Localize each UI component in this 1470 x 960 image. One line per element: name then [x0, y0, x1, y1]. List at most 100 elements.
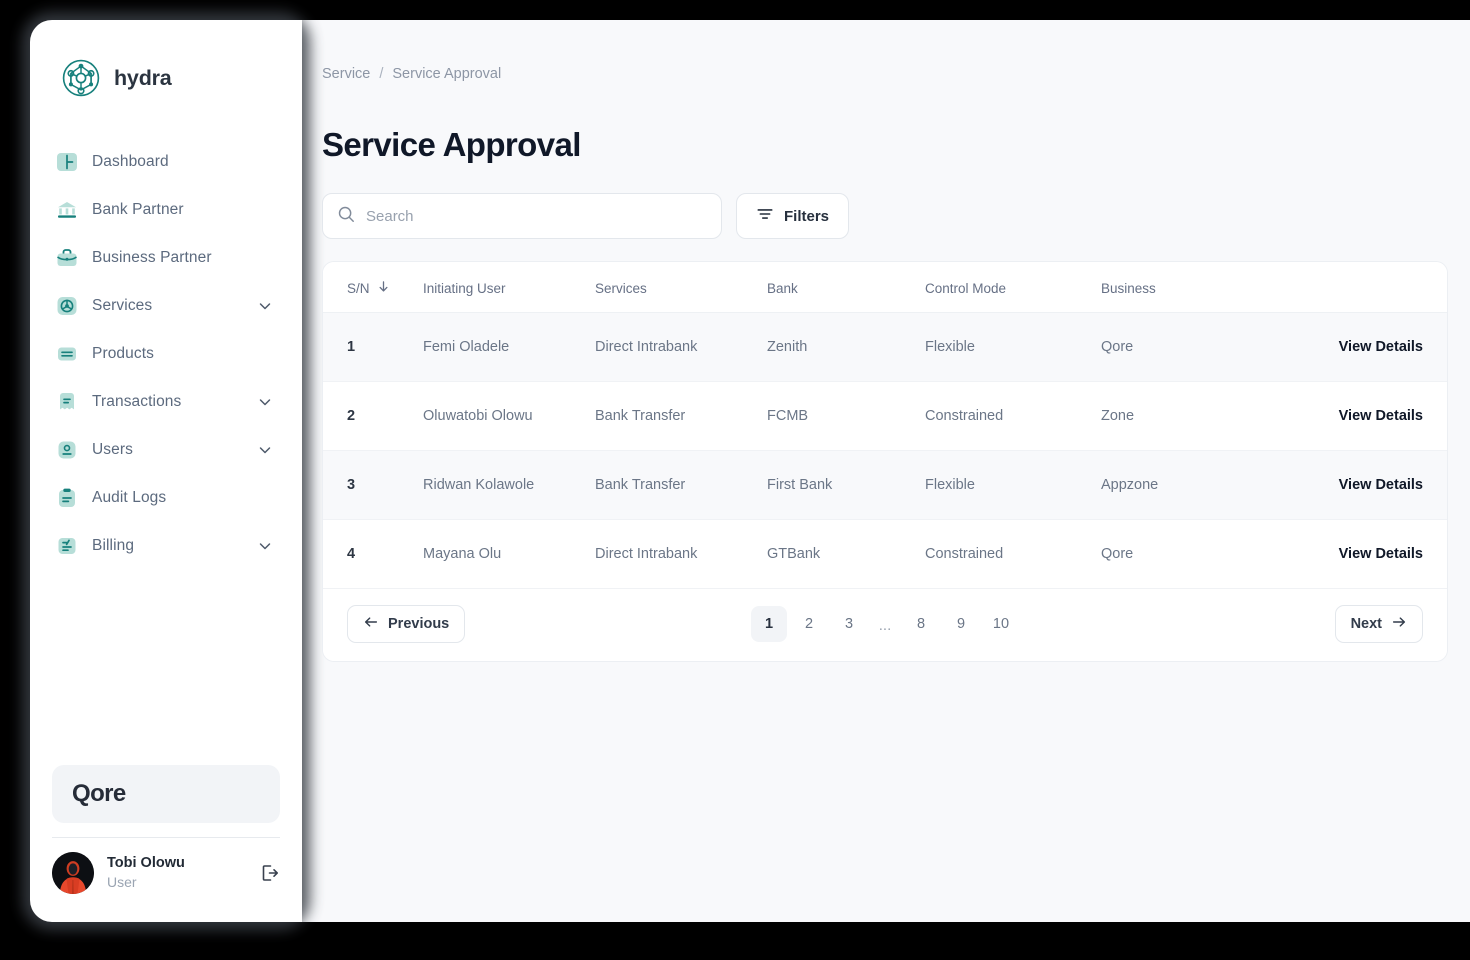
service-approval-table-card: S/N Initiating User Services Bank Contro… — [322, 261, 1448, 662]
chevron-down-icon[interactable] — [258, 443, 272, 457]
next-page-button[interactable]: Next — [1334, 605, 1423, 643]
user-name: Tobi Olowu — [107, 854, 185, 871]
filter-lines-icon — [756, 205, 774, 227]
sidebar-item-users[interactable]: Users — [56, 426, 284, 474]
main-content: Service / Service Approval Service Appro… — [302, 20, 1470, 922]
sidebar-item-label: Transactions — [92, 393, 182, 410]
table-row[interactable]: 3 Ridwan Kolawole Bank Transfer First Ba… — [323, 450, 1447, 520]
cell-service: Direct Intrabank — [595, 519, 767, 589]
users-icon — [56, 439, 78, 461]
page-number-8[interactable]: 8 — [903, 606, 939, 642]
table-body: 1 Femi Oladele Direct Intrabank Zenith F… — [323, 312, 1447, 589]
breadcrumb-parent[interactable]: Service — [322, 66, 370, 82]
cell-initiating-user: Femi Oladele — [423, 312, 595, 382]
column-header-sn[interactable]: S/N — [323, 262, 423, 313]
user-profile[interactable]: Tobi Olowu User — [52, 852, 280, 894]
chevron-down-icon[interactable] — [258, 395, 272, 409]
avatar — [52, 852, 94, 894]
products-icon — [56, 343, 78, 365]
arrow-down-icon[interactable] — [377, 280, 390, 296]
sidebar-item-label: Services — [92, 297, 153, 314]
next-label: Next — [1350, 616, 1382, 632]
page-number-10[interactable]: 10 — [983, 606, 1019, 642]
cell-service: Bank Transfer — [595, 450, 767, 520]
sidebar-item-dashboard[interactable]: Dashboard — [56, 138, 284, 186]
column-header-actions — [1281, 262, 1447, 313]
sidebar-item-products[interactable]: Products — [56, 330, 284, 378]
pagination: Previous 1 2 3 ... 8 9 10 Next — [323, 589, 1447, 661]
cell-initiating-user: Ridwan Kolawole — [423, 450, 595, 520]
chevron-down-icon[interactable] — [258, 299, 272, 313]
screenshot-root: hydra Dashboard Bank Partner Business Pa… — [0, 0, 1470, 960]
breadcrumb-separator: / — [379, 66, 384, 82]
toolbar: Filters — [322, 193, 1448, 239]
cell-bank: FCMB — [767, 381, 925, 451]
briefcase-icon — [56, 247, 78, 269]
bank-icon — [56, 199, 78, 221]
brand[interactable]: hydra — [30, 20, 302, 100]
organization-name: Qore — [72, 780, 126, 807]
cell-sn: 4 — [323, 519, 423, 589]
cell-service: Bank Transfer — [595, 381, 767, 451]
sidebar-item-services[interactable]: Services — [56, 282, 284, 330]
cell-control-mode: Flexible — [925, 312, 1101, 382]
column-header-initiating-user[interactable]: Initiating User — [423, 262, 595, 313]
sidebar-item-label: Products — [92, 345, 154, 362]
cell-business: Qore — [1101, 312, 1281, 382]
sidebar-item-label: Dashboard — [92, 153, 169, 170]
page-number-1[interactable]: 1 — [751, 606, 787, 642]
cell-sn: 1 — [323, 312, 423, 382]
dashboard-icon — [56, 151, 78, 173]
page-number-2[interactable]: 2 — [791, 606, 827, 642]
previous-page-button[interactable]: Previous — [347, 605, 466, 643]
column-header-bank[interactable]: Bank — [767, 262, 925, 313]
cell-initiating-user: Oluwatobi Olowu — [423, 381, 595, 451]
transactions-icon — [56, 391, 78, 413]
column-header-services[interactable]: Services — [595, 262, 767, 313]
search-input[interactable] — [366, 207, 707, 225]
page-title: Service Approval — [322, 126, 581, 163]
sidebar-item-label: Bank Partner — [92, 201, 184, 218]
column-header-control-mode[interactable]: Control Mode — [925, 262, 1101, 313]
cell-sn: 3 — [323, 450, 423, 520]
view-details-button[interactable]: View Details — [1339, 339, 1423, 355]
audit-logs-icon — [56, 487, 78, 509]
arrow-right-icon — [1391, 614, 1407, 634]
sidebar-item-label: Business Partner — [92, 249, 212, 266]
table-row[interactable]: 2 Oluwatobi Olowu Bank Transfer FCMB Con… — [323, 381, 1447, 451]
sidebar-item-label: Audit Logs — [92, 489, 167, 506]
sidebar-item-audit-logs[interactable]: Audit Logs — [56, 474, 284, 522]
hydra-network-logo-icon — [59, 56, 103, 100]
table-head: S/N Initiating User Services Bank Contro… — [323, 262, 1447, 313]
sidebar-item-label: Users — [92, 441, 133, 458]
arrow-left-icon — [363, 614, 379, 634]
sidebar-item-business-partner[interactable]: Business Partner — [56, 234, 284, 282]
logout-icon[interactable] — [258, 862, 280, 884]
cell-control-mode: Flexible — [925, 450, 1101, 520]
user-meta: Tobi Olowu User — [107, 854, 245, 892]
filters-button[interactable]: Filters — [736, 193, 850, 239]
table-row[interactable]: 4 Mayana Olu Direct Intrabank GTBank Con… — [323, 519, 1447, 589]
cell-business: Zone — [1101, 381, 1281, 451]
sidebar-item-billing[interactable]: Billing — [56, 522, 284, 570]
cell-control-mode: Constrained — [925, 381, 1101, 451]
sidebar-item-transactions[interactable]: Transactions — [56, 378, 284, 426]
column-header-business[interactable]: Business — [1101, 262, 1281, 313]
chevron-down-icon[interactable] — [258, 539, 272, 553]
sidebar-item-bank-partner[interactable]: Bank Partner — [56, 186, 284, 234]
view-details-button[interactable]: View Details — [1339, 477, 1423, 493]
sidebar-item-label: Billing — [92, 537, 135, 554]
search-box[interactable] — [322, 193, 722, 239]
table-row[interactable]: 1 Femi Oladele Direct Intrabank Zenith F… — [323, 312, 1447, 382]
sidebar-footer: Qore Tobi Olowu User — [30, 765, 302, 922]
page-number-3[interactable]: 3 — [831, 606, 867, 642]
organization-card[interactable]: Qore — [52, 765, 280, 823]
page-number-9[interactable]: 9 — [943, 606, 979, 642]
column-header-sn-label: S/N — [347, 280, 370, 296]
previous-label: Previous — [388, 616, 450, 632]
view-details-button[interactable]: View Details — [1339, 546, 1423, 562]
breadcrumb-current: Service Approval — [392, 66, 502, 82]
view-details-button[interactable]: View Details — [1339, 408, 1423, 424]
sidebar: hydra Dashboard Bank Partner Business Pa… — [30, 20, 302, 922]
services-wheel-icon — [56, 295, 78, 317]
